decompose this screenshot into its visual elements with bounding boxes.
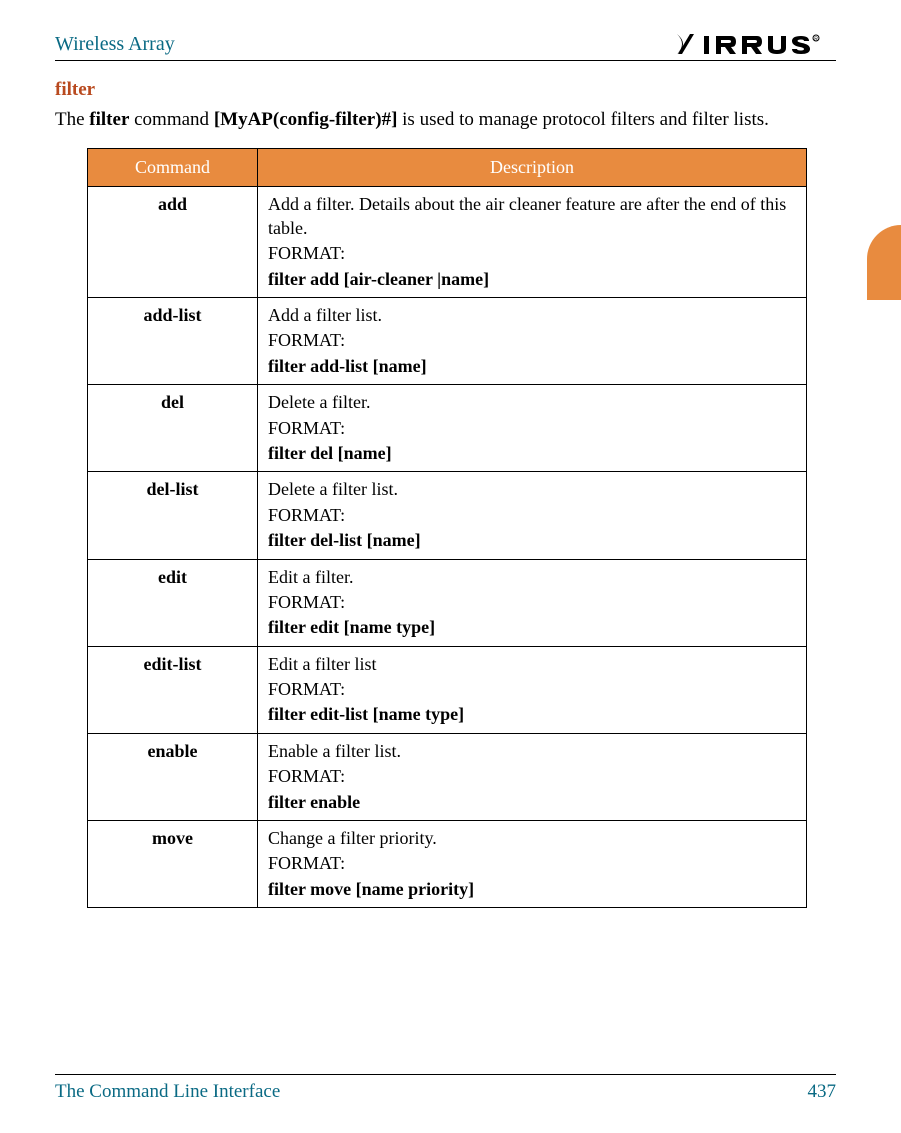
format-cmd: filter enable <box>268 791 796 814</box>
brand-logo: R <box>676 30 836 58</box>
format-label: FORMAT: <box>268 765 796 788</box>
format-cmd: filter del [name] <box>268 442 796 465</box>
xirrus-logo-icon: R <box>676 30 836 58</box>
desc-text: Edit a filter list <box>268 653 796 676</box>
table-row: del Delete a filter. FORMAT: filter del … <box>88 385 807 472</box>
col-header-command: Command <box>88 149 258 187</box>
format-label: FORMAT: <box>268 329 796 352</box>
intro-text-mid: command <box>129 109 213 130</box>
table-row: del-list Delete a filter list. FORMAT: f… <box>88 472 807 559</box>
cmd-cell: del <box>88 385 258 472</box>
format-label: FORMAT: <box>268 242 796 265</box>
section-title: filter <box>55 79 836 101</box>
format-cmd: filter edit-list [name type] <box>268 703 796 726</box>
format-label: FORMAT: <box>268 852 796 875</box>
desc-text: Edit a filter. <box>268 566 796 589</box>
desc-text: Add a filter list. <box>268 304 796 327</box>
intro-cmd: filter <box>89 109 129 130</box>
cmd-cell: del-list <box>88 472 258 559</box>
svg-text:R: R <box>814 37 818 43</box>
table-row: edit-list Edit a filter list FORMAT: fil… <box>88 646 807 733</box>
table-header-row: Command Description <box>88 149 807 187</box>
table-row: move Change a filter priority. FORMAT: f… <box>88 821 807 908</box>
format-label: FORMAT: <box>268 678 796 701</box>
cmd-cell: add-list <box>88 298 258 385</box>
desc-cell: Edit a filter. FORMAT: filter edit [name… <box>258 559 807 646</box>
footer-section: The Command Line Interface <box>55 1081 280 1103</box>
format-cmd: filter move [name priority] <box>268 878 796 901</box>
page-footer: The Command Line Interface 437 <box>55 1074 836 1103</box>
cmd-cell: enable <box>88 733 258 820</box>
desc-cell: Edit a filter list FORMAT: filter edit-l… <box>258 646 807 733</box>
cmd-cell: move <box>88 821 258 908</box>
desc-text: Add a filter. Details about the air clea… <box>268 193 796 240</box>
intro-text-post: is used to manage protocol filters and f… <box>397 109 768 130</box>
col-header-description: Description <box>258 149 807 187</box>
format-label: FORMAT: <box>268 417 796 440</box>
intro-text-pre: The <box>55 109 89 130</box>
footer-page-number: 437 <box>808 1081 837 1103</box>
desc-cell: Add a filter list. FORMAT: filter add-li… <box>258 298 807 385</box>
cmd-cell: edit-list <box>88 646 258 733</box>
section-intro: The filter command [MyAP(config-filter)#… <box>55 105 836 134</box>
format-cmd: filter edit [name type] <box>268 616 796 639</box>
desc-cell: Change a filter priority. FORMAT: filter… <box>258 821 807 908</box>
desc-cell: Delete a filter. FORMAT: filter del [nam… <box>258 385 807 472</box>
desc-text: Delete a filter. <box>268 391 796 414</box>
format-cmd: filter add [air-cleaner |name] <box>268 268 796 291</box>
desc-cell: Delete a filter list. FORMAT: filter del… <box>258 472 807 559</box>
table-row: add Add a filter. Details about the air … <box>88 187 807 298</box>
format-cmd: filter del-list [name] <box>268 529 796 552</box>
commands-table: Command Description add Add a filter. De… <box>87 148 807 908</box>
page-header: Wireless Array R <box>55 30 836 61</box>
desc-cell: Enable a filter list. FORMAT: filter ena… <box>258 733 807 820</box>
intro-prompt: [MyAP(config-filter)#] <box>214 109 398 130</box>
desc-text: Enable a filter list. <box>268 740 796 763</box>
table-row: edit Edit a filter. FORMAT: filter edit … <box>88 559 807 646</box>
page-tab-icon <box>867 225 901 300</box>
format-label: FORMAT: <box>268 591 796 614</box>
cmd-cell: edit <box>88 559 258 646</box>
cmd-cell: add <box>88 187 258 298</box>
format-label: FORMAT: <box>268 504 796 527</box>
desc-cell: Add a filter. Details about the air clea… <box>258 187 807 298</box>
table-row: add-list Add a filter list. FORMAT: filt… <box>88 298 807 385</box>
table-row: enable Enable a filter list. FORMAT: fil… <box>88 733 807 820</box>
header-title: Wireless Array <box>55 33 175 56</box>
desc-text: Delete a filter list. <box>268 478 796 501</box>
format-cmd: filter add-list [name] <box>268 355 796 378</box>
desc-text: Change a filter priority. <box>268 827 796 850</box>
